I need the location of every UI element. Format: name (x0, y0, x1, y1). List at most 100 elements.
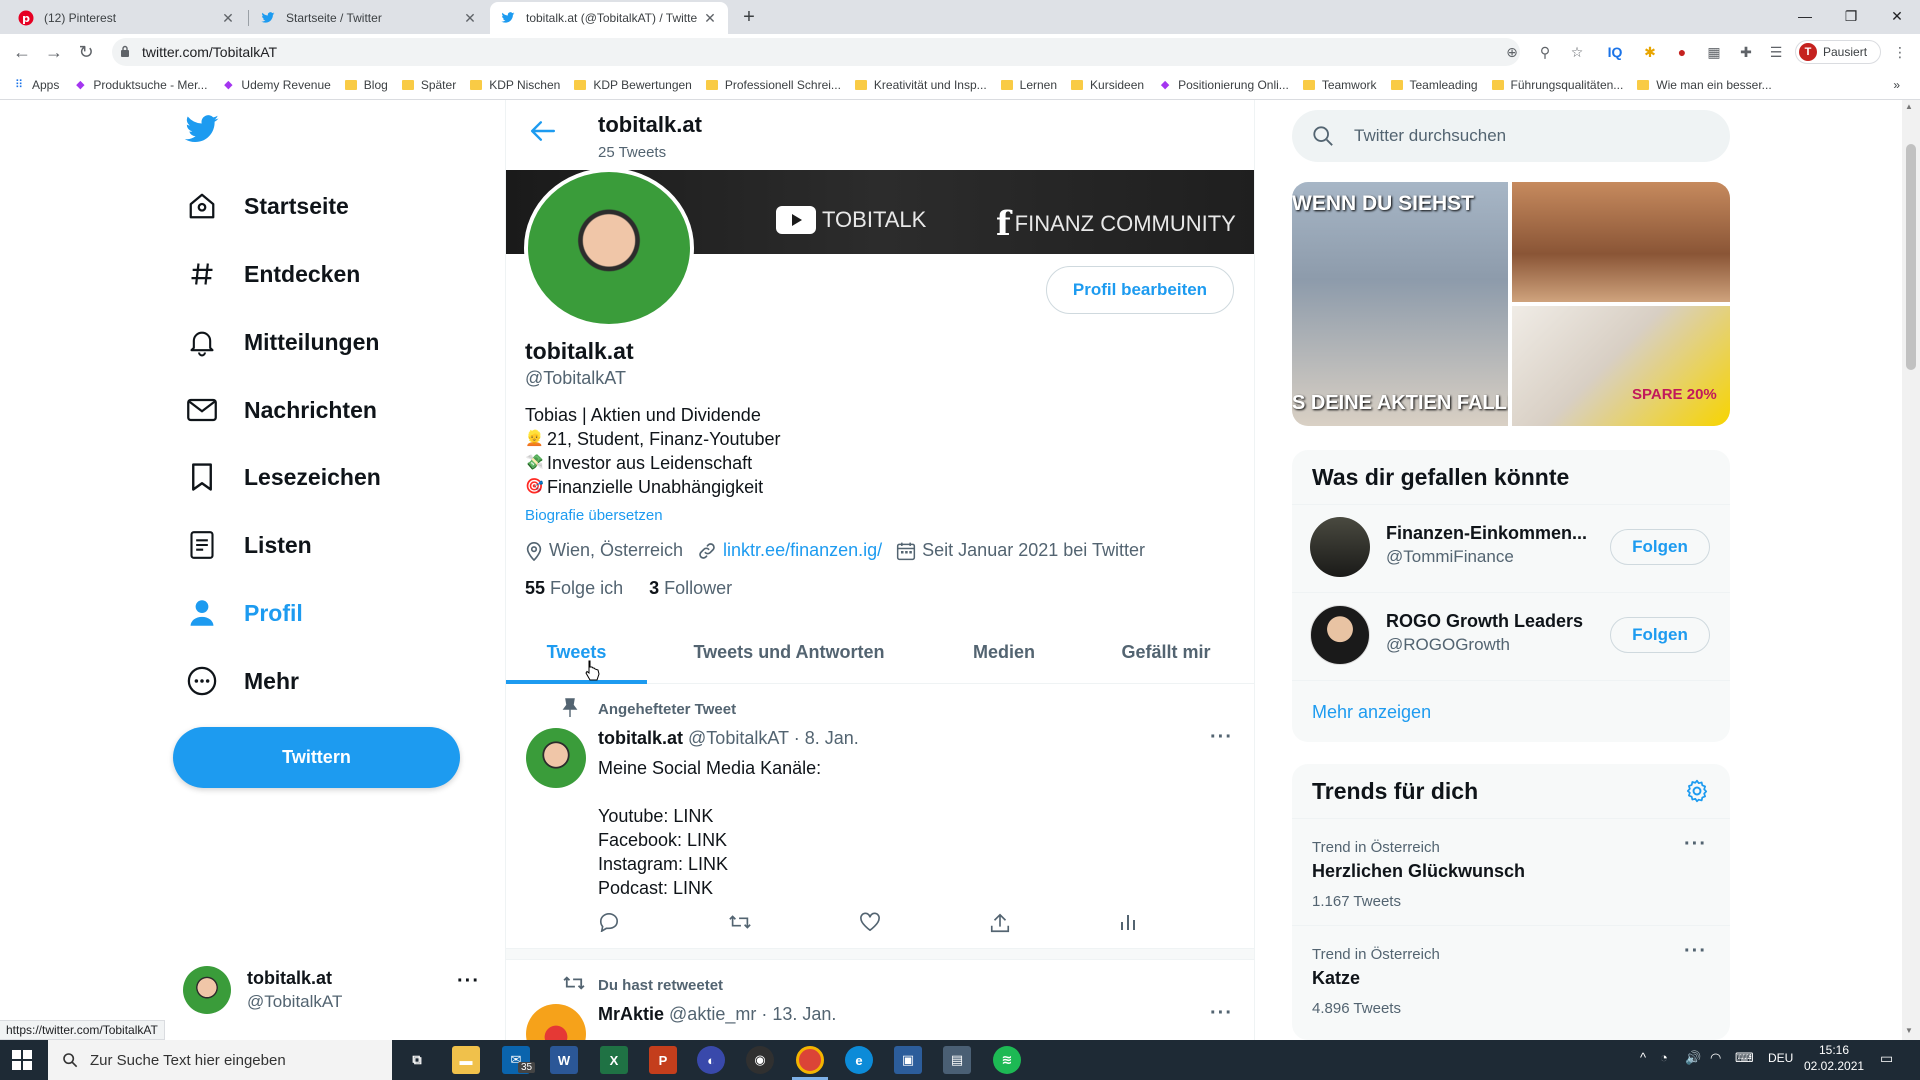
browser-profile-chip[interactable]: T Pausiert (1795, 40, 1881, 64)
follow-button[interactable]: Folgen (1610, 529, 1710, 565)
scroll-up-icon[interactable]: ▲ (1905, 102, 1913, 111)
suggestion-avatar[interactable] (1310, 517, 1370, 577)
extension-badge-icon[interactable]: ● (1672, 42, 1692, 62)
forward-arrow-icon[interactable]: → (42, 40, 66, 64)
reload-icon[interactable]: ↻ (74, 40, 98, 64)
share-icon[interactable] (989, 912, 1011, 934)
extension-grid-icon[interactable]: ▦ (1704, 42, 1724, 62)
media-tile-photo[interactable] (1512, 182, 1730, 302)
nav-item-home[interactable]: Startseite (184, 180, 349, 232)
tweet-avatar[interactable] (526, 728, 586, 788)
word-icon[interactable]: W (550, 1046, 578, 1074)
follow-suggestion[interactable]: ROGO Growth Leaders @ROGOGrowth Folgen (1292, 593, 1730, 680)
twitter-logo-icon[interactable] (184, 115, 228, 155)
tab-tweets-and-replies[interactable]: Tweets und Antworten (667, 620, 911, 684)
tweet-more-icon[interactable]: ··· (1210, 726, 1233, 749)
back-arrow-icon[interactable]: ← (10, 40, 34, 64)
bookmark-item[interactable]: ◆ Produktsuche - Mer... (73, 78, 207, 92)
bookmark-item[interactable]: ◆ Udemy Revenue (221, 78, 331, 92)
spotify-icon[interactable]: ≋ (993, 1046, 1021, 1074)
reply-icon[interactable] (598, 912, 620, 934)
suggestion-name[interactable]: Finanzen-Einkommen... (1386, 523, 1596, 544)
extension-icon[interactable]: ✱ (1640, 42, 1660, 62)
bookmark-item[interactable]: Wie man ein besser... (1637, 78, 1772, 92)
like-icon[interactable] (859, 912, 881, 934)
bookmark-item[interactable]: ⠿ Apps (12, 78, 59, 92)
close-icon[interactable]: ✕ (462, 10, 478, 27)
suggestion-avatar[interactable] (1310, 605, 1370, 665)
new-tab-button[interactable]: + (738, 6, 760, 28)
bookmark-item[interactable]: Lernen (1000, 78, 1057, 92)
file-explorer-icon[interactable]: ▬ (452, 1046, 480, 1074)
tweet-author[interactable]: MrAktie (598, 1004, 664, 1024)
volume-icon[interactable]: 🔊 (1685, 1050, 1701, 1066)
bookmark-item[interactable]: KDP Nischen (470, 78, 560, 92)
zoom-icon[interactable]: ⚲ (1535, 42, 1555, 62)
app-icon[interactable]: ◐ (697, 1046, 725, 1074)
taskbar-search-input[interactable]: Zur Suche Text hier eingeben (48, 1040, 392, 1080)
task-view-icon[interactable]: ⧉ (403, 1046, 431, 1074)
excel-icon[interactable]: X (600, 1046, 628, 1074)
tweet-handle[interactable]: @TobitalkAT (688, 728, 789, 748)
obs-icon[interactable]: ◉ (746, 1046, 774, 1074)
bookmarks-overflow-icon[interactable]: » (1893, 78, 1900, 92)
bookmark-item[interactable]: Kursideen (1071, 78, 1144, 92)
bookmark-item[interactable]: Später (401, 78, 456, 92)
page-scrollbar[interactable]: ▲ ▼ (1902, 100, 1920, 1040)
address-bar[interactable] (112, 38, 1520, 66)
back-arrow-icon[interactable] (530, 120, 560, 150)
minimize-icon[interactable]: — (1782, 0, 1828, 32)
install-icon[interactable]: ⊕ (1502, 42, 1522, 62)
system-clock[interactable]: 15:16 02.02.2021 (1804, 1042, 1864, 1074)
follow-suggestion[interactable]: Finanzen-Einkommen... @TommiFinance Folg… (1292, 505, 1730, 592)
show-more-link[interactable]: Mehr anzeigen (1312, 702, 1431, 723)
nav-item-profile[interactable]: Profil (184, 587, 303, 639)
trend-item[interactable]: Trend in Österreich Herzlichen Glückwuns… (1292, 819, 1730, 925)
account-switcher[interactable]: tobitalk.at @TobitalkAT ··· (173, 960, 493, 1020)
bookmark-item[interactable]: Teamwork (1302, 78, 1377, 92)
tab-twitter-profile[interactable]: tobitalk.at (@TobitalkAT) / Twitte ✕ (490, 2, 728, 34)
chrome-icon[interactable] (796, 1046, 824, 1074)
notifications-icon[interactable]: ▭ (1880, 1050, 1893, 1067)
tab-likes[interactable]: Gefällt mir (1100, 620, 1232, 684)
profile-avatar[interactable] (524, 168, 694, 328)
more-dots-icon[interactable]: ··· (457, 970, 480, 993)
tweet-author[interactable]: tobitalk.at (598, 728, 683, 748)
puzzle-icon[interactable]: ✚ (1736, 42, 1756, 62)
edge-icon[interactable]: e (845, 1046, 873, 1074)
tab-pinterest[interactable]: p (12) Pinterest ✕ (8, 2, 246, 34)
bookmark-star-icon[interactable]: ☆ (1567, 42, 1587, 62)
following-link[interactable]: 55 Folge ich (525, 578, 623, 599)
language-indicator[interactable]: DEU (1768, 1051, 1793, 1065)
network-icon[interactable]: ◠ (1710, 1050, 1721, 1066)
analytics-icon[interactable] (1118, 912, 1138, 934)
tweet-handle[interactable]: @aktie_mr (669, 1004, 756, 1024)
chrome-menu-icon[interactable]: ⋮ (1890, 42, 1910, 62)
tweet-avatar[interactable] (526, 1004, 586, 1040)
scrollbar-thumb[interactable] (1906, 144, 1916, 370)
nav-item-bookmarks[interactable]: Lesezeichen (184, 451, 381, 503)
keyboard-icon[interactable]: ⌨ (1735, 1050, 1754, 1066)
bookmark-item[interactable]: Kreativität und Insp... (854, 78, 987, 92)
bookmark-item[interactable]: Blog (344, 78, 388, 92)
tab-media[interactable]: Medien (946, 620, 1062, 684)
retweet-icon[interactable] (728, 912, 752, 934)
bookmark-item[interactable]: ◆ Positionierung Onli... (1158, 78, 1289, 92)
media-tile-ad[interactable]: SPARE 20% (1512, 306, 1730, 426)
tray-chevron-icon[interactable]: ^ (1640, 1050, 1646, 1065)
trend-more-icon[interactable]: ··· (1684, 940, 1707, 963)
close-icon[interactable]: ✕ (220, 10, 236, 27)
tweet-more-icon[interactable]: ··· (1210, 1002, 1233, 1025)
close-icon[interactable]: ✕ (702, 10, 718, 27)
trend-item[interactable]: Trend in Österreich Katze 4.896 Tweets ·… (1292, 926, 1730, 1032)
followers-link[interactable]: 3 Follower (649, 578, 732, 599)
nav-item-notifications[interactable]: Mitteilungen (184, 316, 379, 368)
retweeted-tweet[interactable]: Du hast retweetet MrAktie @aktie_mr · 13… (506, 962, 1254, 1040)
app-icon[interactable]: ▣ (894, 1046, 922, 1074)
media-tile-meme[interactable]: WENN DU SIEHST S DEINE AKTIEN FALLEN (1292, 182, 1508, 426)
nav-item-messages[interactable]: Nachrichten (184, 384, 377, 436)
edit-profile-button[interactable]: Profil bearbeiten (1046, 266, 1234, 314)
window-close-icon[interactable]: ✕ (1874, 0, 1920, 32)
settings-gear-icon[interactable] (1684, 778, 1710, 804)
profile-link[interactable]: linktr.ee/finanzen.ig/ (723, 540, 882, 561)
